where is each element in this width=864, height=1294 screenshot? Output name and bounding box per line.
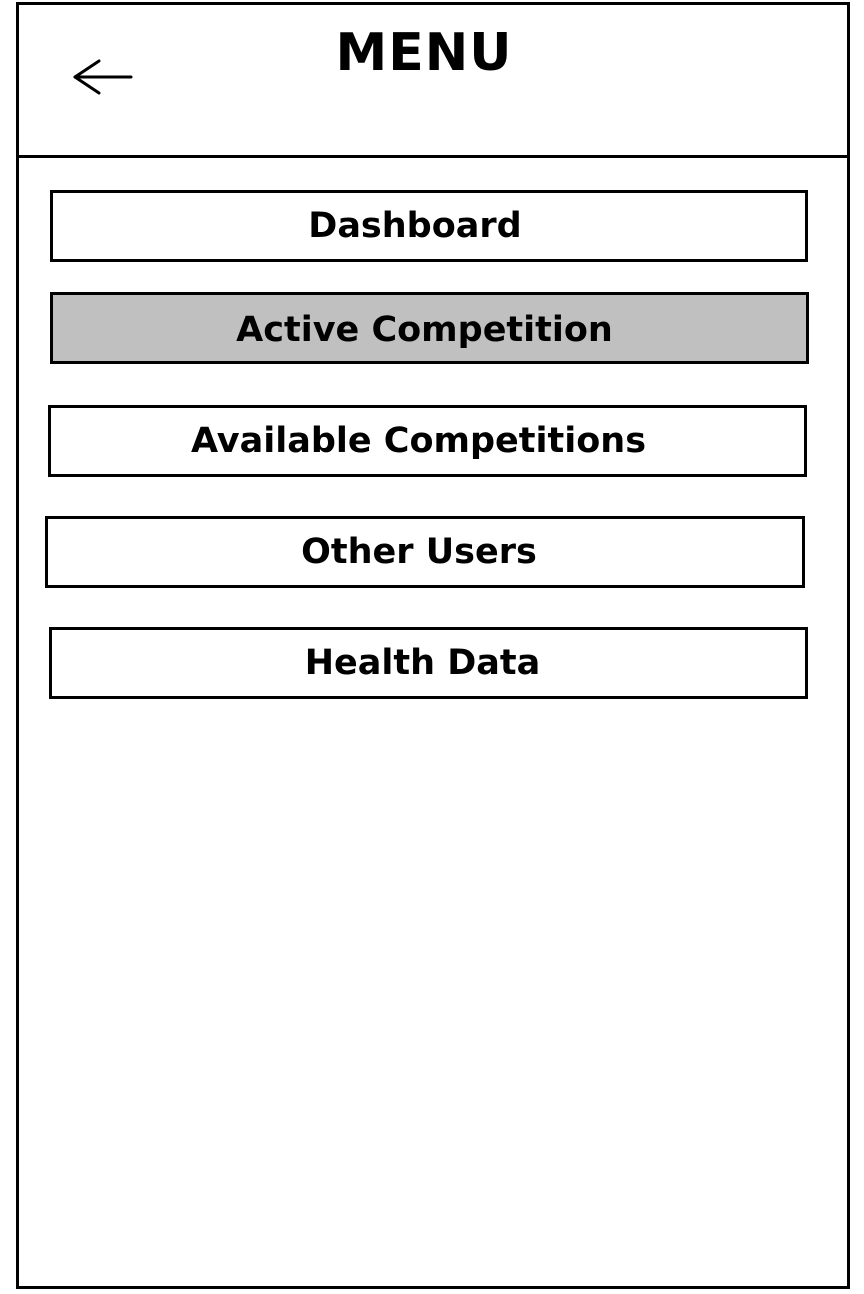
menu-item-active-competition[interactable]: Active Competition <box>50 292 809 364</box>
page-title: MENU <box>335 23 513 83</box>
menu-item-label: Other Users <box>301 532 537 572</box>
menu-item-available-competitions[interactable]: Available Competitions <box>48 405 807 477</box>
header-bar: MENU <box>19 5 847 158</box>
menu-item-dashboard[interactable]: Dashboard <box>50 190 808 262</box>
menu-item-label: Available Competitions <box>190 421 647 461</box>
menu-item-label: Health Data <box>304 643 541 683</box>
menu-item-label: Dashboard <box>308 206 522 246</box>
menu-item-label: Active Competition <box>236 310 613 350</box>
menu-item-health-data[interactable]: Health Data <box>49 627 808 699</box>
menu-item-other-users[interactable]: Other Users <box>45 516 805 588</box>
